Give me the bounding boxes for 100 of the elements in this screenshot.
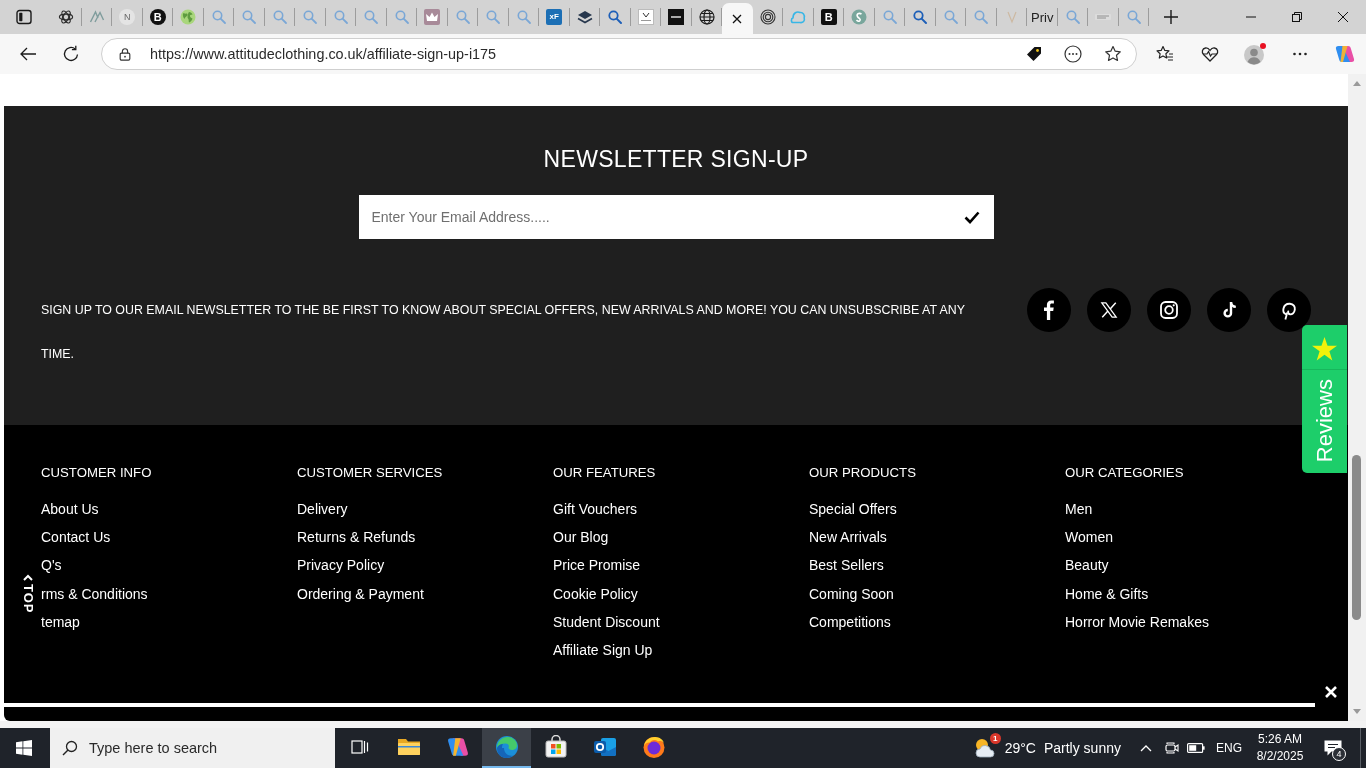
notifications-button[interactable]: 4 bbox=[1317, 728, 1349, 768]
footer-link[interactable]: rms & Conditions bbox=[41, 579, 148, 608]
search-icon bbox=[912, 9, 929, 25]
search-icon bbox=[62, 740, 78, 756]
search-icon bbox=[363, 9, 380, 25]
edge-icon bbox=[494, 735, 519, 759]
search-icon bbox=[942, 9, 959, 25]
footer-link[interactable]: Q's bbox=[41, 551, 62, 580]
language-indicator[interactable]: ENG bbox=[1216, 741, 1242, 755]
store-icon bbox=[543, 735, 568, 759]
footer-heading: OUR CATEGORIES bbox=[1065, 464, 1184, 482]
scroll-down-icon[interactable] bbox=[1353, 709, 1361, 714]
star-icon bbox=[1312, 337, 1337, 361]
search-icon bbox=[1125, 9, 1142, 25]
address-bar[interactable]: https://www.attitudeclothing.co.uk/affiliate-sign-up-i175 bbox=[101, 38, 1137, 70]
social-link[interactable] bbox=[1267, 288, 1311, 332]
footer-link[interactable]: About Us bbox=[41, 495, 99, 524]
footer-link[interactable]: Ordering & Payment bbox=[297, 579, 424, 608]
taskbar-time[interactable]: 5:26 AM bbox=[1258, 731, 1302, 748]
check-icon bbox=[963, 209, 980, 225]
pinterest-icon bbox=[1279, 300, 1299, 320]
search-icon bbox=[1064, 9, 1081, 25]
url-text: https://www.attitudeclothing.co.uk/affiliate-sign-up-i175 bbox=[150, 46, 498, 62]
search-icon bbox=[271, 9, 288, 25]
more-options-icon[interactable] bbox=[1064, 45, 1082, 63]
tag-icon[interactable] bbox=[1026, 46, 1042, 62]
caret-up-icon[interactable] bbox=[1140, 744, 1152, 752]
footer-link[interactable]: temap bbox=[41, 607, 80, 636]
caret-up-icon bbox=[23, 574, 33, 581]
site-logo: N bbox=[119, 9, 136, 25]
footer-link[interactable]: Cookie Policy bbox=[553, 579, 638, 608]
footer-link[interactable]: Privacy Policy bbox=[297, 551, 385, 580]
profile-avatar-icon bbox=[1243, 42, 1267, 66]
social-link[interactable] bbox=[1027, 288, 1071, 332]
footer-link[interactable]: Our Blog bbox=[553, 523, 609, 552]
footer-link[interactable]: Delivery bbox=[297, 495, 348, 524]
scrollbar-thumb[interactable] bbox=[1352, 455, 1361, 620]
footer-link[interactable]: Competitions bbox=[809, 607, 891, 636]
weather-temperature: 29°C bbox=[1004, 740, 1036, 756]
footer-link[interactable]: Women bbox=[1065, 523, 1113, 552]
scrollbar[interactable] bbox=[1348, 74, 1366, 721]
close-icon bbox=[1338, 12, 1348, 22]
cloud-icon bbox=[790, 9, 807, 25]
heart-pulse-icon bbox=[1201, 45, 1219, 63]
site-logo: B bbox=[149, 9, 166, 25]
footer-heading: OUR PRODUCTS bbox=[809, 464, 916, 482]
lock-icon bbox=[118, 47, 132, 61]
weather-widget[interactable]: 1 29°C Partly sunny bbox=[972, 728, 1121, 768]
footer-link[interactable]: Men bbox=[1065, 495, 1093, 524]
footer-link[interactable]: Special Offers bbox=[809, 495, 897, 524]
social-link[interactable] bbox=[1147, 288, 1191, 332]
footer-link[interactable]: Horror Movie Remakes bbox=[1065, 607, 1209, 636]
search-icon bbox=[485, 9, 502, 25]
footer-link[interactable]: Gift Vouchers bbox=[553, 495, 638, 524]
close-icon bbox=[1324, 685, 1338, 699]
browser-tab[interactable]: Priv bbox=[1027, 0, 1058, 34]
rings-icon bbox=[759, 9, 776, 25]
footer-link[interactable]: Home & Gifts bbox=[1065, 579, 1149, 608]
footer-link[interactable]: Beauty bbox=[1065, 551, 1109, 580]
outlook-icon bbox=[592, 735, 617, 759]
crown-icon bbox=[424, 9, 441, 25]
browser-tab[interactable]: B bbox=[142, 0, 173, 34]
x-logo-icon bbox=[1100, 301, 1118, 319]
search-icon bbox=[454, 9, 471, 25]
footer-link[interactable]: Contact Us bbox=[41, 523, 111, 552]
search-icon bbox=[332, 9, 349, 25]
footer-link[interactable]: Best Sellers bbox=[809, 551, 884, 580]
globe-icon bbox=[180, 9, 197, 25]
social-link[interactable] bbox=[1207, 288, 1251, 332]
search-icon bbox=[881, 9, 898, 25]
search-icon bbox=[241, 9, 258, 25]
weather-icon bbox=[972, 736, 997, 760]
battery-icon[interactable] bbox=[1187, 743, 1205, 753]
taskbar-date[interactable]: 8/2/2025 bbox=[1256, 748, 1304, 765]
restore-icon bbox=[1292, 12, 1302, 22]
layers-icon bbox=[576, 9, 593, 25]
camera-icon[interactable] bbox=[1164, 740, 1180, 756]
firefox-icon bbox=[641, 735, 666, 759]
notification-count: 4 bbox=[1332, 747, 1346, 761]
browser-tab[interactable]: xF bbox=[539, 0, 570, 34]
footer-heading: CUSTOMER SERVICES bbox=[297, 464, 443, 482]
footer-link[interactable]: Affiliate Sign Up bbox=[553, 636, 653, 665]
footer-link[interactable]: Returns & Refunds bbox=[297, 523, 416, 552]
footer-heading: CUSTOMER INFO bbox=[41, 464, 152, 482]
footer-link[interactable]: Student Discount bbox=[553, 607, 660, 636]
newsletter-title: NEWSLETTER SIGN-UP bbox=[543, 145, 809, 174]
footer-link[interactable]: Price Promise bbox=[553, 551, 641, 580]
atom-icon bbox=[58, 9, 75, 25]
search-icon bbox=[973, 9, 990, 25]
footer-link[interactable]: New Arrivals bbox=[809, 523, 887, 552]
close-icon[interactable] bbox=[731, 12, 744, 25]
footer-link[interactable]: Coming Soon bbox=[809, 579, 894, 608]
instagram-icon bbox=[1159, 300, 1179, 320]
taskbar-search-field[interactable]: Type here to search bbox=[50, 728, 335, 768]
social-link[interactable] bbox=[1087, 288, 1131, 332]
scroll-up-icon[interactable] bbox=[1353, 81, 1361, 86]
taskbar-search-input[interactable]: Type here to search bbox=[89, 733, 335, 763]
browser-tab[interactable]: B bbox=[813, 0, 844, 34]
browser-tab[interactable]: N bbox=[112, 0, 143, 34]
star-icon[interactable] bbox=[1104, 45, 1122, 63]
